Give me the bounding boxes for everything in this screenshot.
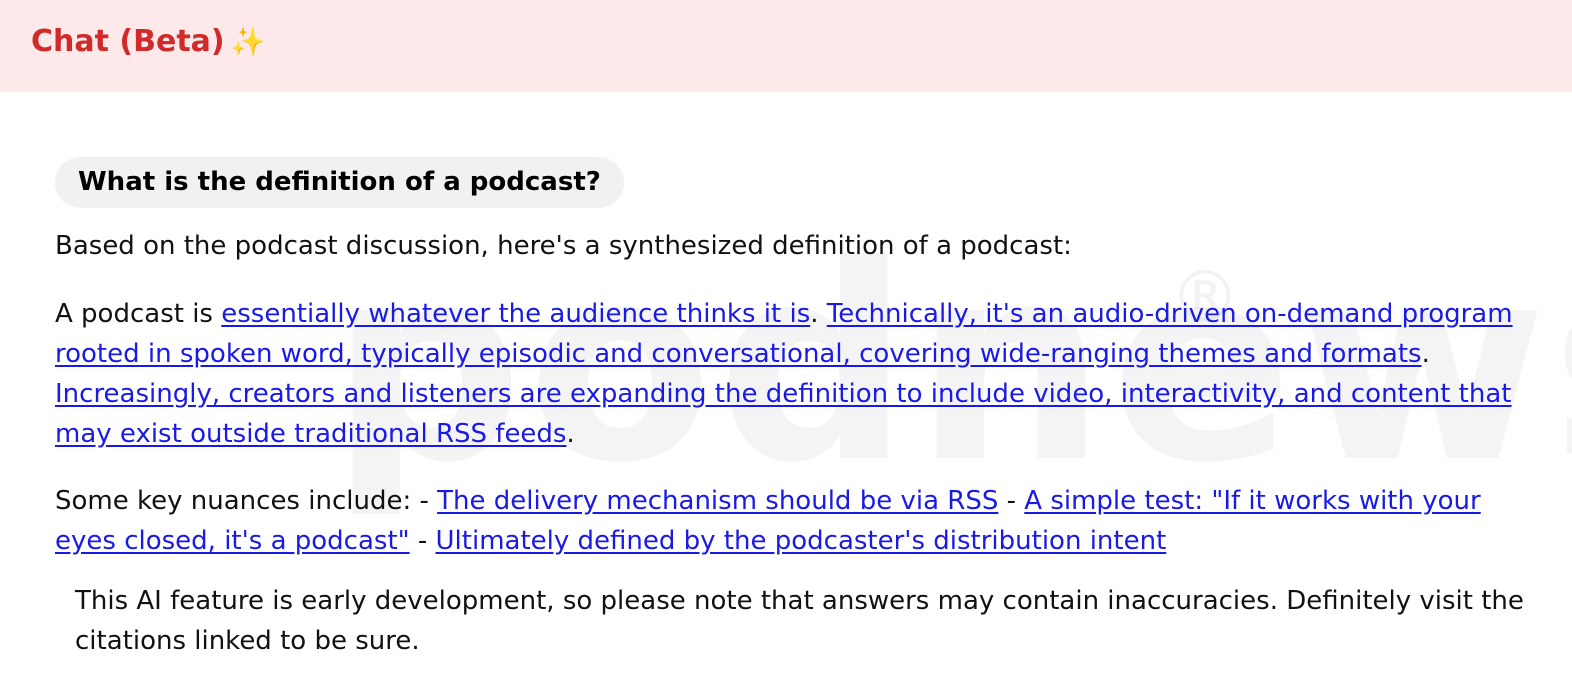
citation-link[interactable]: Increasingly, creators and listeners are… [55, 379, 1511, 449]
period: . [810, 299, 819, 329]
period: . [1421, 339, 1430, 369]
answer-nuances: Some key nuances include: - The delivery… [55, 481, 1545, 561]
nuances-prefix: Some key nuances include: - [55, 486, 438, 516]
definition-prefix: A podcast is [55, 299, 222, 329]
dash-separator: - [409, 526, 436, 556]
chat-conversation: What is the definition of a podcast? Bas… [0, 0, 1572, 684]
dash-separator: - [998, 486, 1025, 516]
user-question-bubble: What is the definition of a podcast? [55, 157, 624, 208]
answer-definition: A podcast is essentially whatever the au… [55, 294, 1545, 454]
chat-page: Chat (Beta)✨ podnews ® What is the defin… [0, 0, 1572, 684]
citation-link[interactable]: The delivery mechanism should be via RSS [437, 486, 998, 516]
citation-link[interactable]: Ultimately defined by the podcaster's di… [436, 526, 1167, 556]
citation-link[interactable]: essentially whatever the audience thinks… [221, 299, 810, 329]
ai-disclaimer: This AI feature is early development, so… [75, 586, 1524, 656]
period: . [566, 419, 575, 449]
answer-intro: Based on the podcast discussion, here's … [55, 231, 1072, 261]
